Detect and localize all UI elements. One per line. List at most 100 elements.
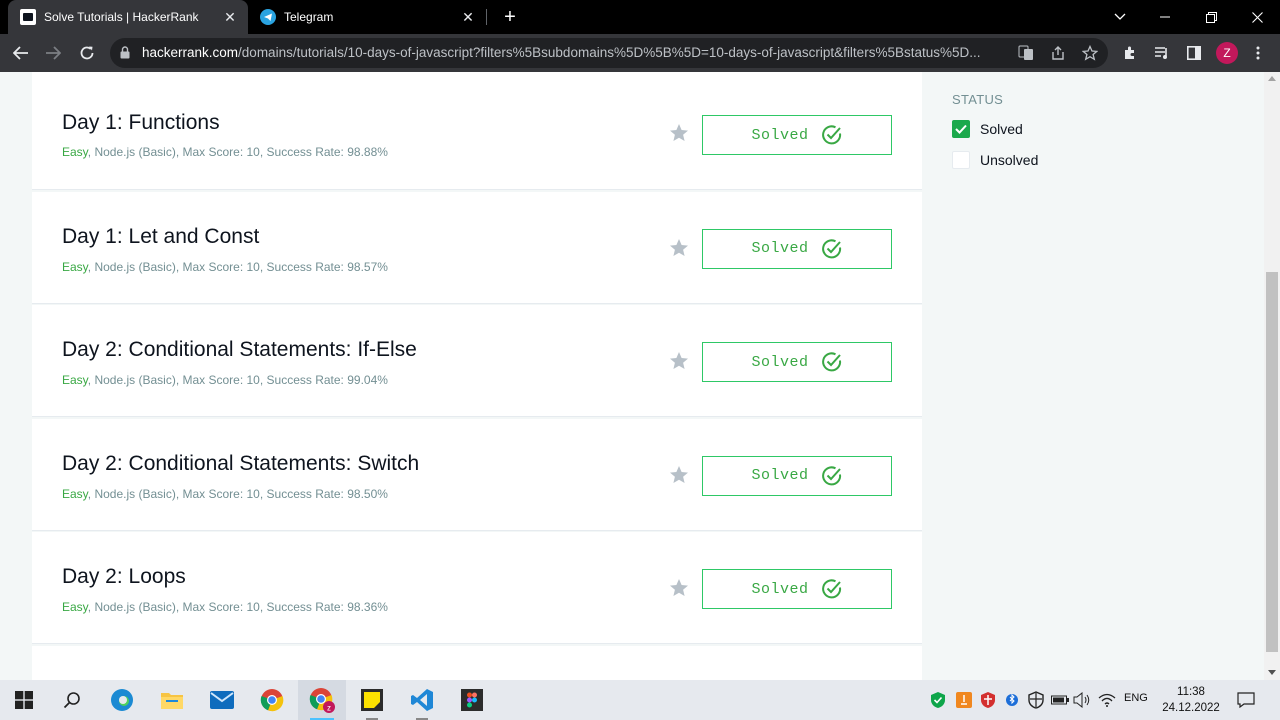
scroll-thumb[interactable] [1266, 272, 1278, 652]
difficulty-label: Easy [62, 259, 88, 274]
close-tab-icon[interactable]: ✕ [222, 9, 238, 25]
page-viewport: Day 1: Functions Easy, Node.js (Basic), … [0, 72, 1280, 680]
url-path: /domains/tutorials/10-days-of-javascript… [238, 45, 981, 60]
url-host: hackerrank.com [142, 45, 239, 60]
challenge-details: , Node.js (Basic), Max Score: 10, Succes… [87, 145, 388, 159]
share-icon[interactable] [1048, 43, 1068, 63]
challenge-details: , Node.js (Basic), Max Score: 10, Succes… [87, 486, 388, 501]
check-circle-icon [821, 465, 841, 485]
new-tab-button[interactable]: + [500, 7, 520, 27]
challenge-title[interactable]: Day 1: Let and Const [62, 225, 259, 249]
challenge-card[interactable]: Day 2: Conditional Statements: Switch Ea… [32, 418, 922, 531]
tab-search-chevron-icon[interactable] [1097, 0, 1143, 34]
search-icon[interactable] [48, 680, 96, 720]
bluetooth-icon[interactable] [1002, 690, 1022, 710]
defender-shield-icon[interactable] [1026, 690, 1046, 710]
solved-button[interactable]: Solved [702, 342, 892, 382]
bookmark-star-icon[interactable] [668, 122, 690, 144]
difficulty-label: Easy [62, 600, 88, 614]
tab-separator [486, 9, 487, 25]
solved-button[interactable]: Solved [702, 569, 892, 609]
extensions-puzzle-icon[interactable] [1120, 43, 1140, 63]
bookmark-star-icon[interactable] [668, 237, 690, 259]
challenge-card[interactable]: Day 2: Conditional Statements: If-Else E… [32, 305, 922, 417]
solved-button[interactable]: Solved [702, 115, 892, 155]
solved-button[interactable]: Solved [702, 455, 892, 496]
challenge-card[interactable]: Day 1: Functions Easy, Node.js (Basic), … [32, 72, 922, 190]
chrome-profile-z-icon[interactable]: z [298, 680, 346, 720]
checkbox-checked[interactable] [952, 120, 970, 138]
battery-icon[interactable] [1050, 690, 1070, 710]
check-circle-icon [821, 579, 841, 599]
profile-avatar[interactable]: Z [1216, 42, 1238, 64]
tab-hackerrank[interactable]: Solve Tutorials | HackerRank ✕ [8, 0, 248, 34]
challenge-list: Day 1: Functions Easy, Node.js (Basic), … [32, 72, 922, 680]
url-text[interactable]: hackerrank.com/domains/tutorials/10-days… [142, 38, 1022, 68]
volume-icon[interactable] [1072, 690, 1092, 710]
bookmark-star-icon[interactable] [668, 350, 690, 372]
figma-icon[interactable] [448, 680, 496, 720]
side-panel-icon[interactable] [1184, 43, 1204, 63]
challenge-details: , Node.js (Basic), Max Score: 10, Succes… [87, 373, 388, 387]
start-windows-icon[interactable] [0, 680, 48, 720]
minimize-window-button[interactable] [1142, 0, 1188, 34]
filter-option-label: Unsolved [980, 152, 1039, 168]
windows-taskbar: z ENG 11:38 24.12.2022 [0, 680, 1280, 720]
file-explorer-icon[interactable] [148, 680, 196, 720]
challenge-details: , Node.js (Basic), Max Score: 10, Succes… [87, 600, 388, 614]
challenge-meta: Easy, Node.js (Basic), Max Score: 10, Su… [62, 600, 388, 614]
forward-arrow-icon[interactable] [40, 40, 66, 66]
mail-icon[interactable] [198, 680, 246, 720]
filter-option-solved[interactable]: Solved [952, 119, 1252, 139]
challenge-card[interactable] [32, 645, 922, 680]
scroll-down-arrow-icon[interactable] [1268, 670, 1276, 675]
clock-date: 24.12.2022 [1162, 702, 1220, 714]
media-queue-icon[interactable] [1152, 43, 1172, 63]
filter-title: STATUS [952, 92, 1004, 107]
browser-tabstrip: Solve Tutorials | HackerRank ✕ Telegram … [0, 0, 1280, 34]
chrome-icon[interactable] [248, 680, 296, 720]
challenge-title[interactable]: Day 2: Conditional Statements: Switch [62, 452, 419, 476]
check-circle-icon [821, 238, 841, 258]
notifications-icon[interactable] [1236, 690, 1256, 710]
java-update-icon[interactable] [954, 690, 974, 710]
sticky-notes-icon[interactable] [348, 680, 396, 720]
bookmark-star-icon[interactable] [668, 577, 690, 599]
checkbox-unchecked[interactable] [952, 151, 970, 169]
tab-telegram[interactable]: Telegram ✕ [248, 0, 486, 34]
checkmark-icon [955, 124, 967, 134]
page-scrollbar[interactable] [1264, 72, 1280, 680]
translate-icon[interactable] [1016, 43, 1036, 63]
address-bar[interactable]: hackerrank.com/domains/tutorials/10-days… [110, 38, 1108, 68]
challenge-title[interactable]: Day 2: Conditional Statements: If-Else [62, 338, 417, 362]
edge-browser-icon[interactable] [98, 680, 146, 720]
check-circle-icon [821, 125, 841, 145]
security-shield-icon[interactable] [928, 690, 948, 710]
reload-icon[interactable] [74, 40, 100, 66]
lock-icon[interactable] [120, 46, 130, 64]
back-arrow-icon[interactable] [8, 40, 34, 66]
wifi-icon[interactable] [1097, 690, 1117, 710]
vscode-icon[interactable] [398, 680, 446, 720]
filter-option-unsolved[interactable]: Unsolved [952, 150, 1252, 170]
close-tab-icon[interactable]: ✕ [460, 9, 476, 25]
taskbar-clock[interactable]: 11:38 24.12.2022 [1156, 684, 1226, 716]
status-filter: STATUS Solved Unsolved [952, 92, 1252, 181]
challenge-title[interactable]: Day 2: Loops [62, 565, 186, 589]
browser-menu-icon[interactable] [1248, 43, 1268, 63]
bookmark-star-icon[interactable] [668, 464, 690, 486]
input-language[interactable]: ENG [1124, 692, 1148, 704]
antivirus-shield-icon[interactable] [978, 690, 998, 710]
scroll-up-arrow-icon[interactable] [1268, 76, 1276, 81]
challenge-title[interactable]: Day 1: Functions [62, 111, 220, 135]
solved-button[interactable]: Solved [702, 228, 892, 269]
difficulty-label: Easy [62, 145, 88, 159]
close-window-button[interactable] [1234, 0, 1280, 34]
tab-title: Solve Tutorials | HackerRank [44, 10, 199, 24]
challenge-meta: Easy, Node.js (Basic), Max Score: 10, Su… [62, 373, 388, 387]
challenge-card[interactable]: Day 1: Let and Const Easy, Node.js (Basi… [32, 191, 922, 304]
challenge-meta: Easy, Node.js (Basic), Max Score: 10, Su… [62, 260, 388, 274]
challenge-card[interactable]: Day 2: Loops Easy, Node.js (Basic), Max … [32, 532, 922, 644]
restore-window-button[interactable] [1188, 0, 1234, 34]
bookmark-star-icon[interactable] [1080, 43, 1100, 63]
